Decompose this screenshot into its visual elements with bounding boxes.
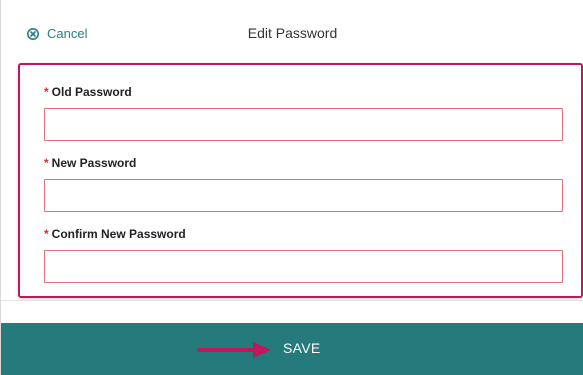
new-password-label-text: New Password	[51, 156, 137, 170]
save-label: SAVE	[283, 340, 321, 356]
save-button[interactable]: SAVE	[1, 323, 583, 375]
old-password-field-group: * Old Password	[44, 85, 563, 141]
new-password-input[interactable]	[44, 179, 563, 212]
edit-password-dialog: Cancel Edit Password * Old Password * New …	[0, 0, 583, 375]
confirm-password-label: * Confirm New Password	[44, 227, 563, 243]
dialog-header: Cancel Edit Password	[1, 0, 583, 62]
old-password-label: * Old Password	[44, 85, 563, 101]
footer-divider	[1, 300, 583, 301]
new-password-field-group: * New Password	[44, 156, 563, 212]
confirm-password-label-text: Confirm New Password	[51, 227, 186, 241]
arrow-right-icon	[197, 342, 271, 358]
required-marker: *	[44, 85, 49, 99]
required-marker: *	[44, 156, 49, 170]
confirm-password-field-group: * Confirm New Password	[44, 227, 563, 283]
new-password-label: * New Password	[44, 156, 563, 172]
old-password-input[interactable]	[44, 108, 563, 141]
required-marker: *	[44, 227, 49, 241]
password-form-highlight: * Old Password * New Password * Confirm New…	[18, 63, 583, 298]
old-password-label-text: Old Password	[51, 85, 132, 99]
confirm-password-input[interactable]	[44, 250, 563, 283]
page-title: Edit Password	[247, 25, 338, 41]
